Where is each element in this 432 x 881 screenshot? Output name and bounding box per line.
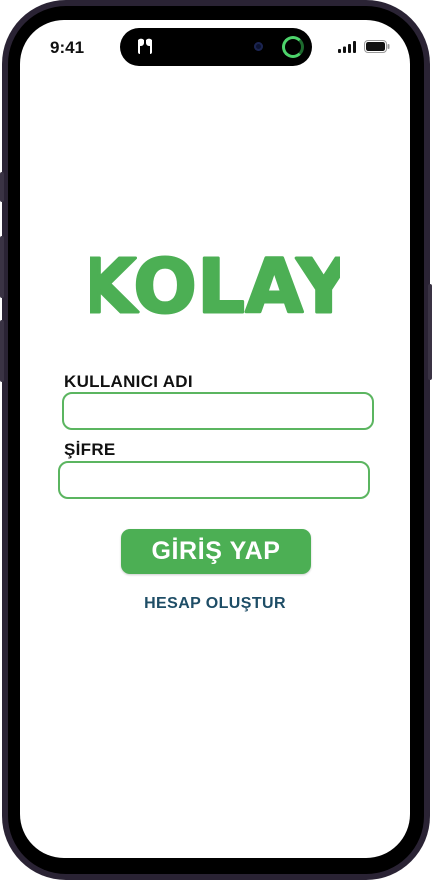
app-screen: 9:41 KOLAY KULLANICI ADI ŞİFRE GİRİŞ YAP (20, 20, 410, 858)
username-field[interactable] (62, 392, 374, 430)
login-button[interactable]: GİRİŞ YAP (121, 529, 311, 574)
logo-text: KOLAY (90, 246, 340, 326)
volume-up-button (0, 236, 4, 298)
password-label: ŞİFRE (64, 440, 116, 459)
kolay-logo: KOLAY (90, 246, 340, 326)
dynamic-island (120, 28, 312, 66)
battery-icon (364, 40, 390, 53)
status-time: 9:41 (50, 38, 85, 57)
username-input[interactable] (64, 394, 372, 428)
volume-down-button (0, 320, 4, 382)
password-input[interactable] (60, 463, 368, 497)
password-field[interactable] (58, 461, 370, 499)
status-indicators (338, 40, 390, 53)
activity-ring-icon (282, 36, 304, 58)
power-button (428, 284, 432, 380)
username-label: KULLANICI ADI (64, 372, 193, 391)
signal-icon (338, 40, 356, 53)
create-account-link[interactable]: HESAP OLUŞTUR (20, 595, 410, 613)
airpods-icon (138, 38, 152, 54)
action-button (0, 172, 4, 202)
camera-icon (254, 42, 263, 51)
